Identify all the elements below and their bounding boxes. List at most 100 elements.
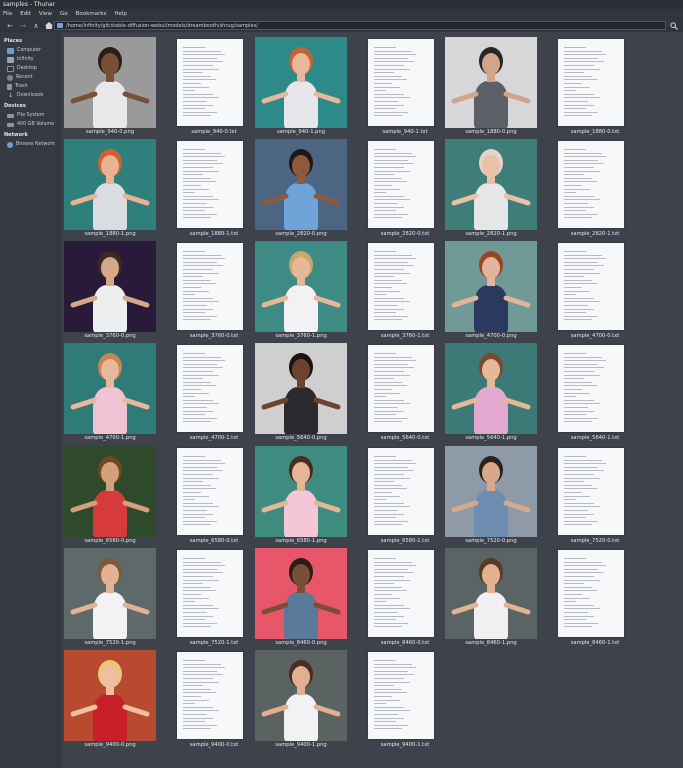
file-item-image[interactable]: sample_2820-0.png [253, 136, 357, 237]
sidebar-item-label: Desktop [17, 66, 37, 71]
text-file-preview [558, 550, 624, 637]
file-item-text[interactable]: sample_2820-1.txt [547, 136, 651, 237]
search-icon [670, 22, 678, 30]
file-item-text[interactable]: sample_8460-1.txt [547, 545, 651, 646]
drive-icon [7, 122, 14, 127]
file-item-text[interactable]: sample_1880-0.txt [547, 34, 651, 135]
window-titlebar: samples - Thunar [0, 0, 683, 9]
file-name: sample_7520-0.png [465, 538, 517, 544]
text-file-preview [177, 345, 243, 432]
menu-help[interactable]: Help [114, 11, 127, 17]
text-file-preview [558, 141, 624, 228]
file-item-image[interactable]: sample_4700-1.png [62, 340, 166, 441]
file-item-text[interactable]: sample_7520-0.txt [547, 443, 651, 544]
text-file-preview [368, 550, 434, 637]
file-name: sample_1880-0.png [465, 129, 517, 135]
text-file-preview [558, 39, 624, 126]
menu-file[interactable]: File [3, 11, 12, 17]
search-button[interactable] [669, 21, 679, 31]
image-thumbnail [445, 241, 537, 332]
file-name: sample_2820-0.png [275, 231, 327, 237]
image-thumbnail [64, 650, 156, 741]
file-item-image[interactable]: sample_7520-0.png [443, 443, 547, 544]
file-item-image[interactable]: sample_3760-1.png [253, 238, 357, 339]
file-item-image[interactable]: sample_6580-0.png [62, 443, 166, 544]
arrow-right-icon: → [20, 21, 26, 30]
file-item-text[interactable]: sample_4700-0.txt [547, 238, 651, 339]
file-name: sample_8460-0.png [275, 640, 327, 646]
file-name: sample_8460-1.txt [570, 640, 620, 646]
image-thumbnail [445, 548, 537, 639]
sidebar-item-infinity[interactable]: Infinity [0, 55, 62, 64]
text-file-preview [177, 652, 243, 739]
text-file-preview [368, 345, 434, 432]
file-item-image[interactable]: sample_9400-1.png [253, 647, 357, 748]
image-thumbnail [64, 241, 156, 332]
file-item-image[interactable]: sample_6580-1.png [253, 443, 357, 544]
sidebar-item-browse-network[interactable]: Browse Network [0, 140, 62, 149]
sidebar-item-file-system[interactable]: File System [0, 111, 62, 120]
text-file-preview [368, 243, 434, 330]
sidebar-item-desktop[interactable]: Desktop [0, 64, 62, 73]
file-item-image[interactable]: sample_7520-1.png [62, 545, 166, 646]
image-thumbnail [64, 37, 156, 128]
file-item-image[interactable]: sample_9400-0.png [62, 647, 166, 748]
places-heading: Places [4, 38, 23, 44]
text-file-preview [368, 652, 434, 739]
file-item-image[interactable]: sample_5640-0.png [253, 340, 357, 441]
file-name: sample_940-1.png [276, 129, 326, 135]
forward-button[interactable]: → [17, 20, 29, 31]
file-item-image[interactable]: sample_1880-1.png [62, 136, 166, 237]
file-item-image[interactable]: sample_2820-1.png [443, 136, 547, 237]
up-button[interactable]: ∧ [30, 20, 42, 31]
text-file-preview [177, 550, 243, 637]
image-thumbnail [64, 446, 156, 537]
image-thumbnail [255, 37, 347, 128]
text-file-preview [558, 448, 624, 535]
text-file-preview [177, 141, 243, 228]
menu-view[interactable]: View [39, 11, 52, 17]
file-name: sample_5640-1.png [465, 435, 517, 441]
file-item-image[interactable]: sample_8460-0.png [253, 545, 357, 646]
file-item-image[interactable]: sample_940-1.png [253, 34, 357, 135]
sidebar-item-downloads[interactable]: ↓ Downloads [0, 91, 62, 100]
menu-bookmarks[interactable]: Bookmarks [76, 11, 107, 17]
file-item-image[interactable]: sample_1880-0.png [443, 34, 547, 135]
sidebar-item-label: 400 GB Volume [17, 122, 55, 127]
file-name: sample_9400-1.png [275, 742, 327, 748]
file-item-text[interactable]: sample_5640-1.txt [547, 340, 651, 441]
file-item-image[interactable]: sample_5640-1.png [443, 340, 547, 441]
file-item-image[interactable]: sample_8460-1.png [443, 545, 547, 646]
sidebar-item-400gb-volume[interactable]: 400 GB Volume [0, 120, 62, 129]
menu-edit[interactable]: Edit [20, 11, 31, 17]
sidebar-item-computer[interactable]: Computer [0, 46, 62, 55]
file-item-image[interactable]: sample_940-0.png [62, 34, 166, 135]
devices-heading: Devices [4, 103, 26, 109]
network-icon [7, 141, 13, 148]
file-name: sample_5640-0.png [275, 435, 327, 441]
file-name: sample_1880-1.png [84, 231, 136, 237]
sidebar-item-recent[interactable]: Recent [0, 73, 62, 82]
sidebar-item-label: Recent [16, 75, 33, 80]
file-name: sample_6580-0.png [84, 538, 136, 544]
text-file-preview [558, 345, 624, 432]
sidebar-item-trash[interactable]: Trash [0, 82, 62, 91]
file-name: sample_9400-0.png [84, 742, 136, 748]
sidebar-item-label: Downloads [17, 93, 44, 98]
file-item-image[interactable]: sample_3760-0.png [62, 238, 166, 339]
file-item-image[interactable]: sample_4700-0.png [443, 238, 547, 339]
image-thumbnail [255, 650, 347, 741]
back-button[interactable]: ← [4, 20, 16, 31]
image-thumbnail [445, 37, 537, 128]
location-bar[interactable]: /home/infinity/git/stable-diffusion-webu… [54, 21, 666, 30]
file-name: sample_940-0.png [85, 129, 135, 135]
window-title: samples - Thunar [3, 1, 56, 8]
recent-icon [7, 74, 13, 81]
file-view[interactable]: sample_940-0.png sample_940-0.txt sample_9… [62, 32, 683, 768]
file-name: sample_3760-0.png [84, 333, 136, 339]
downloads-icon: ↓ [7, 91, 14, 99]
file-name: sample_4700-0.png [465, 333, 517, 339]
arrow-left-icon: ← [7, 21, 13, 30]
file-item-text[interactable]: sample_9400-1.txt [357, 647, 461, 748]
menu-go[interactable]: Go [60, 11, 68, 17]
